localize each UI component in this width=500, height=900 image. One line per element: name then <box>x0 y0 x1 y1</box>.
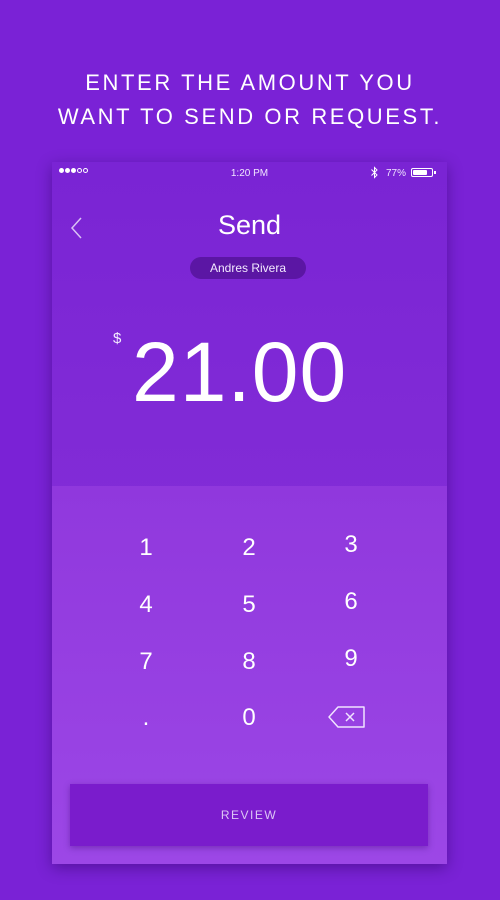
key-5[interactable]: 5 <box>209 583 289 627</box>
key-4[interactable]: 4 <box>106 583 186 627</box>
phone-screen: 1:20 PM 77% Send Andres Rivera $ 21.00 1… <box>52 162 447 864</box>
status-bar: 1:20 PM 77% <box>52 162 447 184</box>
headline: ENTER THE AMOUNT YOU WANT TO SEND OR REQ… <box>0 66 500 134</box>
review-button[interactable]: REVIEW <box>70 784 428 846</box>
currency-symbol: $ <box>113 330 122 347</box>
key-8[interactable]: 8 <box>209 640 289 684</box>
headline-line-1: ENTER THE AMOUNT YOU <box>85 70 415 95</box>
key-7[interactable]: 7 <box>106 640 186 684</box>
keypad: 1 2 3 4 5 6 7 8 9 . 0 REVIEW <box>52 486 447 864</box>
key-6[interactable]: 6 <box>311 580 391 624</box>
battery-percent: 77% <box>386 168 407 179</box>
key-decimal[interactable]: . <box>106 696 186 740</box>
page-title: Send <box>217 210 282 240</box>
delete-button[interactable] <box>307 696 387 740</box>
key-3[interactable]: 3 <box>311 523 391 567</box>
key-9[interactable]: 9 <box>311 637 391 681</box>
recipient-badge[interactable]: Andres Rivera <box>190 257 306 279</box>
bluetooth-icon <box>370 166 379 182</box>
key-0[interactable]: 0 <box>209 696 289 740</box>
backspace-icon <box>328 706 365 728</box>
battery-icon <box>411 168 436 177</box>
key-1[interactable]: 1 <box>106 526 186 570</box>
amount-display: 21.00 <box>132 325 348 419</box>
headline-line-2: WANT TO SEND OR REQUEST. <box>57 104 443 129</box>
key-2[interactable]: 2 <box>209 526 289 570</box>
